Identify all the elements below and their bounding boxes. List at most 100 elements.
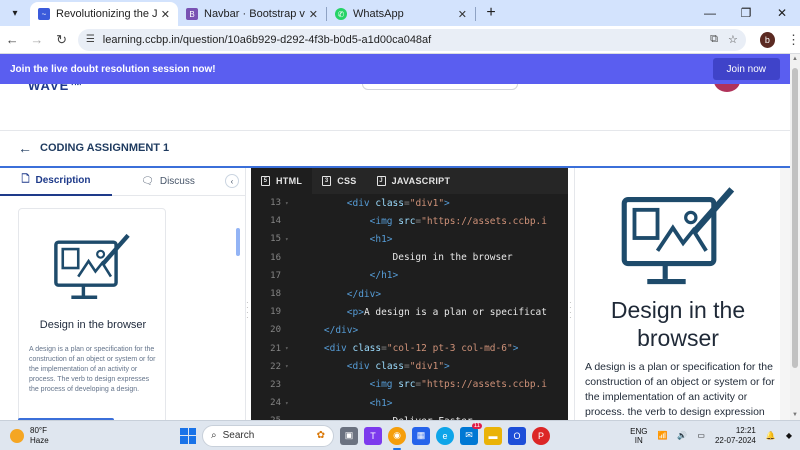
code-text: </h1> (301, 270, 399, 281)
browser-menu-icon[interactable]: ⋮ (787, 32, 800, 48)
page-scrollbar[interactable]: ▲ ▼ (790, 54, 800, 420)
code-line[interactable]: 18 </div> (251, 285, 568, 303)
tab-discuss[interactable]: 🗨 Discuss (112, 168, 224, 196)
collapse-panel-icon[interactable]: ‹ (225, 174, 239, 188)
design-monitor-illustration (54, 233, 130, 299)
battery-icon[interactable]: ▭ (697, 431, 705, 440)
tab-html[interactable]: 5 HTML (251, 168, 313, 194)
join-now-button[interactable]: Join now (712, 58, 780, 80)
code-line[interactable]: 14 <img src="https://assets.ccbp.i (251, 212, 568, 230)
lang-top: ENG (630, 426, 648, 436)
fold-chevron-icon[interactable]: ▾ (285, 345, 293, 352)
question-tabs: 🗋 Description 🗨 Discuss ‹ (0, 168, 245, 196)
line-number: 23 (270, 379, 281, 390)
line-number: 20 (270, 325, 281, 336)
taskbar-apps: ⌕ Search ✿ ▣ T ◉ ▦ e ✉ 11 ▬ O P (180, 422, 550, 450)
header-search-box[interactable] (362, 84, 518, 90)
code-line[interactable]: 15 ▾ <h1> (251, 230, 568, 248)
powerpoint-icon[interactable]: P (532, 426, 550, 445)
browser-tab-job-market[interactable]: ~ Revolutionizing the Job Market ✕ (30, 2, 178, 26)
assignment-header: ← CODING ASSIGNMENT 1 (18, 140, 169, 156)
scroll-up-icon[interactable]: ▲ (790, 54, 800, 64)
edge-icon[interactable]: e (436, 426, 454, 445)
reload-icon[interactable]: ↻ (49, 28, 74, 52)
search-highlight-icon: ✿ (316, 430, 325, 441)
mail-icon[interactable]: ✉ 11 (460, 422, 482, 445)
windows-taskbar: 80°F Haze ⌕ Search ✿ ▣ T ◉ ▦ e ✉ 11 ▬ O P… (0, 420, 800, 450)
clock[interactable]: 12:21 22-07-2024 (715, 426, 756, 446)
code-token: "col-12 pt-3 col-md-6" (386, 343, 513, 355)
profile-avatar[interactable]: b (759, 31, 775, 48)
code-line[interactable]: 16 Design in the browser (251, 249, 568, 267)
search-label: Search (222, 430, 255, 441)
page-scroll-thumb[interactable] (792, 68, 798, 368)
copilot-icon[interactable]: ◆ (786, 431, 792, 440)
code-line[interactable]: 24 ▾ <h1> (251, 394, 568, 412)
code-line[interactable]: 19 <p>A design is a plan or specificat (251, 303, 568, 321)
resize-handle-left[interactable]: · · · · (246, 299, 250, 322)
window-close-icon[interactable]: ✕ (764, 0, 800, 26)
teams-icon[interactable]: T (364, 426, 382, 445)
site-info-icon[interactable]: ☰ (86, 34, 95, 45)
tab-close-icon[interactable]: ✕ (161, 8, 170, 21)
browser-tab-whatsapp[interactable]: ✆ WhatsApp ✕ (327, 2, 475, 26)
minimize-icon[interactable]: — (692, 0, 728, 26)
fold-chevron-icon[interactable]: ▾ (285, 200, 293, 207)
volume-icon[interactable]: 🔊 (677, 431, 687, 440)
code-line[interactable]: 22 ▾ <div class="div1"> (251, 358, 568, 376)
url-bar[interactable]: ☰ learning.ccbp.in/question/10a6b929-d29… (77, 28, 746, 51)
browser-tab-bootstrap[interactable]: B Navbar · Bootstrap v4.5 ✕ (178, 2, 326, 26)
site-logo[interactable]: WAVE™ (28, 84, 83, 93)
code-token: </div> (323, 324, 359, 336)
tab-close-icon[interactable]: ✕ (458, 8, 467, 21)
notification-bell-icon[interactable]: 🔔 (766, 431, 776, 440)
panel-scroll-thumb[interactable] (236, 228, 240, 256)
whatsapp-favicon-icon: ✆ (335, 8, 347, 20)
code-line[interactable]: 13 ▾ <div class="div1"> (251, 194, 568, 212)
tab-close-icon[interactable]: ✕ (309, 8, 318, 21)
tab-search-chevron-icon[interactable]: ▾ (4, 2, 26, 24)
code-line[interactable]: 21 ▾ <div class="col-12 pt-3 col-md-6"> (251, 340, 568, 358)
resize-handle-right[interactable]: · · · · (569, 299, 573, 322)
code-token: "div1" (409, 361, 445, 373)
scroll-down-icon[interactable]: ▼ (790, 410, 800, 420)
forward-arrow-icon[interactable]: → (25, 28, 50, 52)
fold-chevron-icon[interactable]: ▾ (285, 400, 293, 407)
code-text: </div> (301, 289, 381, 300)
weather-text: 80°F Haze (30, 426, 49, 446)
tab-description[interactable]: 🗋 Description (0, 168, 112, 196)
file-explorer-icon[interactable]: ▬ (484, 426, 502, 445)
fold-chevron-icon[interactable]: ▾ (285, 363, 293, 370)
language-indicator[interactable]: ENG IN (630, 427, 647, 445)
code-line[interactable]: 20 </div> (251, 321, 568, 339)
code-line[interactable]: 17 </h1> (251, 267, 568, 285)
live-session-banner: Join the live doubt resolution session n… (0, 54, 790, 84)
restore-icon[interactable]: ❐ (728, 0, 764, 26)
wifi-icon[interactable]: 📶 (657, 431, 667, 440)
outlook-icon[interactable]: O (508, 426, 526, 445)
back-arrow-icon[interactable]: ← (0, 28, 25, 52)
new-tab-plus-icon[interactable]: + (480, 2, 502, 24)
fold-chevron-icon[interactable]: ▾ (285, 236, 293, 243)
weather-widget[interactable]: 80°F Haze (10, 426, 170, 446)
bookmark-star-icon[interactable]: ☆ (728, 33, 738, 46)
install-app-icon[interactable]: ⧉ (710, 33, 718, 46)
code-area[interactable]: 13 ▾ <div class="div1"> 14 <img src="https… (251, 194, 568, 420)
windows-start-icon[interactable] (180, 427, 196, 444)
store-icon[interactable]: ▦ (412, 426, 430, 445)
tab-css[interactable]: 3 CSS (312, 168, 366, 194)
code-token: <div (346, 361, 376, 373)
preview-scrollbar[interactable] (780, 168, 790, 420)
tab-javascript[interactable]: J JAVASCRIPT (367, 168, 461, 194)
lang-bottom: IN (634, 435, 643, 445)
chrome-icon[interactable]: ◉ (388, 426, 406, 450)
task-view-icon[interactable]: ▣ (340, 426, 358, 445)
user-avatar[interactable] (714, 84, 740, 92)
taskbar-search[interactable]: ⌕ Search ✿ (202, 424, 334, 447)
code-line[interactable]: 23 <img src="https://assets.ccbp.i (251, 376, 568, 394)
code-text: </div> (301, 325, 358, 336)
back-arrow-icon[interactable]: ← (18, 140, 32, 156)
code-line[interactable]: 25 Deliver Faster (251, 412, 568, 420)
bootstrap-favicon-icon: B (186, 8, 198, 20)
preview-paragraph: A design is a plan or specification for … (585, 361, 775, 418)
